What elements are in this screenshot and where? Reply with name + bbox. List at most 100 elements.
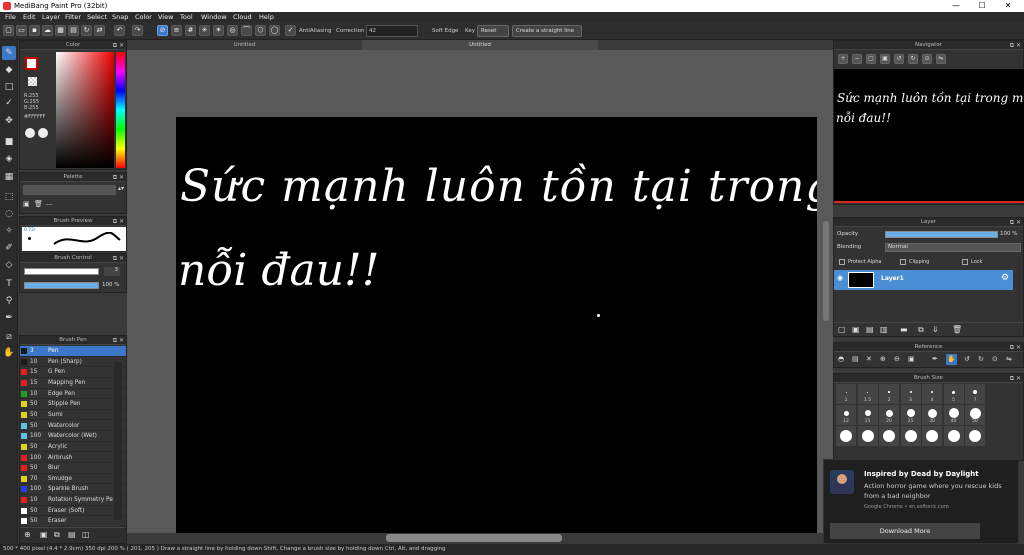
minimize-button[interactable]: — [946,0,966,12]
zoom-out-icon[interactable]: − [852,54,862,64]
snap-curve-icon[interactable]: ⌒ [241,25,252,36]
panel-float-icon[interactable]: ⧉ ✕ [113,254,124,263]
brush-item[interactable]: 50 Watercolor [20,421,126,432]
brush-item[interactable]: 50 Eraser [20,516,126,527]
brush-size-cell[interactable] [965,426,985,446]
reference-zoom-in-icon[interactable]: ⊕ [880,355,886,363]
palette-delete-icon[interactable]: 🗑 [34,200,43,208]
brush-item[interactable]: 15 G Pen [20,367,126,378]
reference-rotate-right-icon[interactable]: ↻ [978,355,984,363]
brush-size-cell[interactable] [900,426,921,446]
blending-select[interactable]: Normal [885,243,1021,252]
reference-close-icon[interactable]: ✕ [866,355,872,363]
eraser-tool-icon[interactable]: ◆ [2,63,16,77]
brush-item[interactable]: 10 Pen (Sharp) [20,357,126,368]
text-tool-icon[interactable]: T [2,277,16,291]
close-button[interactable]: ✕ [998,0,1018,12]
rotate-right-icon[interactable]: ↻ [908,54,918,64]
reference-flip-icon[interactable]: ⇋ [1006,355,1012,363]
snap-circle-icon[interactable]: ◎ [227,25,238,36]
brush-size-slider[interactable] [24,268,99,275]
delete-layer-icon[interactable]: 🗑 [952,325,962,334]
menu-view[interactable]: View [158,12,173,22]
color-wheel-icon[interactable] [25,128,35,138]
saturation-value-picker[interactable] [56,52,114,168]
antialiasing-icon[interactable]: ✓ [285,25,296,36]
panel-float-icon[interactable]: ⧉ ✕ [1010,218,1021,227]
straight-line-button[interactable]: Create a straight line [512,25,582,37]
gradient-tool-icon[interactable]: ▦ [2,170,16,184]
primary-color-swatch[interactable] [25,57,38,70]
brush-size-cell[interactable] [922,426,942,446]
tab-untitled-1[interactable]: Untitled [127,40,362,50]
dot-tool-icon[interactable]: □ [2,80,16,94]
menu-help[interactable]: Help [259,12,274,22]
add-8bit-layer-icon[interactable]: ▤ [866,325,874,334]
hue-slider[interactable] [116,52,125,168]
menu-window[interactable]: Window [201,12,227,22]
brush-size-value[interactable]: 3 [104,267,120,276]
fit-icon[interactable]: ▢ [866,54,876,64]
add-halftone-layer-icon[interactable]: ▣ [852,325,860,334]
layer-settings-gear-icon[interactable]: ⚙ [1001,273,1009,283]
magic-wand-icon[interactable]: ✧ [2,224,16,238]
cloud-save-icon[interactable]: ☁ [42,25,53,36]
navigator-preview[interactable]: Sức mạnh luôn tồn tại trong mọi nỗi đau!… [834,69,1024,203]
open-icon[interactable]: ▭ [16,25,27,36]
snap-off-icon[interactable]: ⊘ [157,25,168,36]
panel-float-icon[interactable]: ⧉ ✕ [1010,41,1021,50]
reset-rotation-icon[interactable]: ⊙ [922,54,932,64]
menu-color[interactable]: Color [135,12,152,22]
add-layer-icon[interactable]: ▢ [838,325,846,334]
menu-snap[interactable]: Snap [112,12,128,22]
reference-list-icon[interactable]: ▤ [852,355,859,363]
reference-hand-icon[interactable]: ✋ [946,354,957,365]
brush-item[interactable]: 50 Blur [20,463,126,474]
brush-item[interactable]: 10 Rotation Symmetry Pe [20,495,126,506]
layer-visibility-icon[interactable]: ◉ [837,274,843,282]
zoom-in-icon[interactable]: + [838,54,848,64]
reset-button[interactable]: Reset [477,25,509,37]
merge-down-icon[interactable]: ⇓ [932,325,939,334]
canvas-h-scrollbar[interactable] [386,534,562,542]
brush-item[interactable]: 15 Mapping Pen [20,378,126,389]
correction-select[interactable]: 42 [366,25,418,37]
rotate-left-icon[interactable]: ↺ [894,54,904,64]
menu-layer[interactable]: Layer [42,12,60,22]
redo-icon[interactable]: ↷ [132,25,143,36]
palette-scroll-icon[interactable]: ▴▾ [118,185,124,192]
menu-file[interactable]: File [5,12,16,22]
reference-fit-icon[interactable]: ▣ [908,355,915,363]
select-eraser-icon[interactable]: ◇ [2,258,16,272]
brush-new-icon[interactable]: ▣ [40,530,48,539]
save-icon[interactable]: ▪ [29,25,40,36]
brush-size-cell[interactable] [943,426,964,446]
antialiasing-label[interactable]: AntiAliasing [299,25,332,37]
clipping-checkbox[interactable] [900,259,906,265]
operation-tool-icon[interactable]: ⚲ [2,294,16,308]
layer-name[interactable]: Layer1 [881,275,904,282]
panel-float-icon[interactable]: ⧉ ✕ [113,41,124,50]
notification-download-button[interactable]: Download More [830,523,980,539]
undo-icon[interactable]: ↶ [114,25,125,36]
brush-item[interactable]: 50 Eraser (Soft) [20,506,126,517]
pen-tool-icon[interactable]: ✎ [2,46,16,60]
actual-size-icon[interactable]: ▣ [880,54,890,64]
brush-size-cell[interactable]: 20 [879,405,899,425]
brush-size-cell[interactable]: 1.5 [857,384,878,404]
rotate-icon[interactable]: ↻ [81,25,92,36]
panel-float-icon[interactable]: ⧉ ✕ [113,217,124,226]
divide-tool-icon[interactable]: ⧄ [2,330,16,344]
snap-grid-icon[interactable]: ▦ [55,25,66,36]
brush-item[interactable]: 50 Sumi [20,410,126,421]
brush-add-icon[interactable]: ⊕ [24,530,31,539]
panel-float-icon[interactable]: ⧉ ✕ [1010,343,1021,352]
palette-swatch-area[interactable] [23,185,116,195]
menu-select[interactable]: Select [87,12,107,22]
menu-filter[interactable]: Filter [65,12,81,22]
add-layer-menu-icon[interactable]: ▥ [880,325,888,334]
tab-untitled-2[interactable]: Untitled [362,40,598,50]
brush-item[interactable]: 70 Smudge [20,474,126,485]
brush-item[interactable]: 100 Airbrush [20,453,126,464]
reference-rotate-left-icon[interactable]: ↺ [964,355,970,363]
